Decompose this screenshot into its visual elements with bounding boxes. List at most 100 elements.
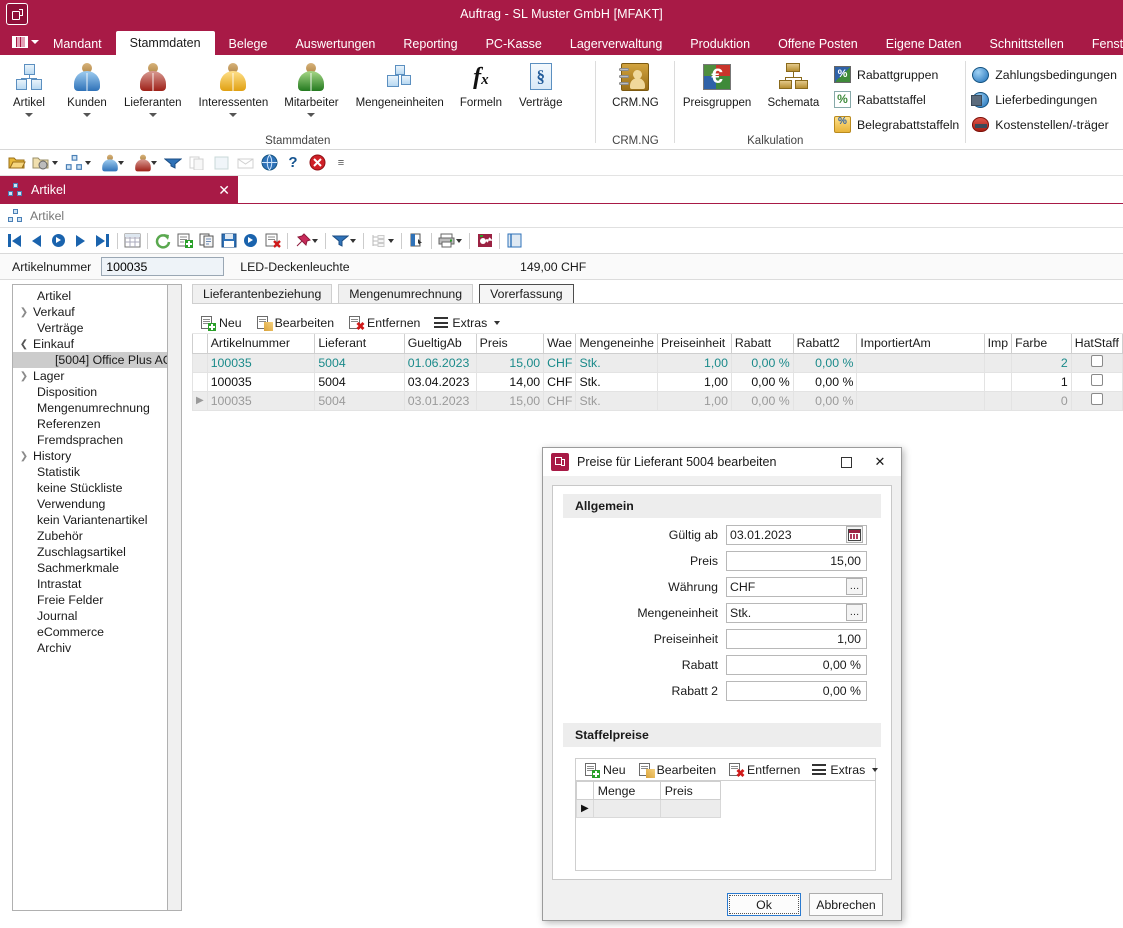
tree-item-fremdsprachen[interactable]: Fremdsprachen <box>13 432 167 448</box>
chevron-down-icon[interactable] <box>25 113 33 117</box>
close-icon[interactable]: ✕ <box>863 448 897 476</box>
ribbon-button-lieferanten[interactable]: Lieferanten <box>116 60 190 119</box>
preview-icon[interactable] <box>406 230 427 251</box>
ribbon-tab-belege[interactable]: Belege <box>215 32 282 55</box>
grid-header-hatstaffel[interactable]: HatStaff <box>1070 334 1123 354</box>
close-red-icon[interactable] <box>306 152 328 174</box>
tree-item-history[interactable]: ❯ History <box>13 448 167 464</box>
table-row[interactable]: 100035 5004 03.04.2023 14,00 CHF Stk. 1,… <box>192 371 1123 392</box>
tree-item-zubehoer[interactable]: Zubehör <box>13 528 167 544</box>
new-record-icon[interactable] <box>174 230 195 251</box>
book-icon[interactable] <box>504 230 525 251</box>
chevron-down-icon[interactable] <box>85 160 91 165</box>
grid-header-gueltigab[interactable]: GueltigAb <box>403 334 477 354</box>
chevron-down-icon[interactable] <box>872 767 879 772</box>
maximize-icon[interactable] <box>829 448 863 476</box>
ribbon-tab-fenster[interactable]: Fenster <box>1078 32 1123 55</box>
ribbon-tab-produktion[interactable]: Produktion <box>676 32 764 55</box>
price-grid[interactable]: Artikelnummer Lieferant GueltigAb Preis … <box>192 334 1123 411</box>
table-view-icon[interactable] <box>122 230 143 251</box>
application-menu-button[interactable] <box>6 28 39 55</box>
ribbon-button-artikel[interactable]: Artikel <box>0 60 58 119</box>
chevron-down-icon[interactable] <box>148 113 157 117</box>
waehrung-lookup-button[interactable]: … <box>846 578 863 595</box>
tree-item-freie-felder[interactable]: Freie Felder <box>13 592 167 608</box>
tree-item-einkauf[interactable]: ❮ Einkauf <box>13 336 167 352</box>
print-icon[interactable] <box>436 230 457 251</box>
export-icon[interactable] <box>474 230 495 251</box>
tree-item-ecommerce[interactable]: eCommerce <box>13 624 167 640</box>
chevron-down-icon[interactable] <box>494 320 501 325</box>
help-question-icon[interactable]: ? <box>282 152 304 174</box>
ribbon-tab-reporting[interactable]: Reporting <box>389 32 471 55</box>
ribbon-tab-auswertungen[interactable]: Auswertungen <box>281 32 389 55</box>
tree-item-archiv[interactable]: Archiv <box>13 640 167 656</box>
tab-mengenumrechnung[interactable]: Mengenumrechnung <box>338 284 474 304</box>
ribbon-button-formeln[interactable]: fx Formeln <box>452 60 510 111</box>
chevron-down-icon[interactable] <box>118 160 124 165</box>
ribbon-item-rabattstaffel[interactable]: % Rabattstaffel <box>828 87 965 112</box>
ribbon-item-rabattgruppen[interactable]: % Rabattgruppen <box>828 62 965 87</box>
person-blue-icon[interactable] <box>96 152 118 174</box>
rabatt-input[interactable]: 0,00 % <box>726 654 867 675</box>
rabatt2-input[interactable]: 0,00 % <box>726 680 867 701</box>
tree-item-kein-variantenartikel[interactable]: kein Variantenartikel <box>13 512 167 528</box>
grid-header-artikelnummer[interactable]: Artikelnummer <box>206 334 316 354</box>
ribbon-button-kunden[interactable]: Kunden <box>58 60 116 119</box>
tree-item-mengenumrechnung[interactable]: Mengenumrechnung <box>13 400 167 416</box>
tree-item-journal[interactable]: Journal <box>13 608 167 624</box>
cancel-button[interactable]: Abbrechen <box>809 893 883 916</box>
ribbon-tab-mandant[interactable]: Mandant <box>39 32 116 55</box>
refresh-icon[interactable] <box>152 230 173 251</box>
calendar-picker-button[interactable] <box>846 526 863 543</box>
chevron-down-icon[interactable]: ❮ <box>17 339 31 350</box>
tree-item-lager[interactable]: ❯ Lager <box>13 368 167 384</box>
mengeneinheit-lookup-button[interactable]: … <box>846 604 863 621</box>
chevron-right-icon[interactable]: ❯ <box>17 451 31 462</box>
navigation-tree[interactable]: Artikel ❯ Verkauf Verträge ❮ Einkauf [5004… <box>12 284 168 911</box>
ribbon-button-interessenten[interactable]: Interessenten <box>191 60 277 119</box>
tier-extras-button[interactable]: Extras <box>812 763 879 777</box>
tier-edit-button[interactable]: Bearbeiten <box>638 762 716 778</box>
ribbon-tab-eigene-daten[interactable]: Eigene Daten <box>872 32 976 55</box>
mengeneinheit-input[interactable]: Stk. … <box>726 602 867 623</box>
refresh-back-icon[interactable] <box>48 230 69 251</box>
ok-button[interactable]: Ok <box>727 893 801 916</box>
checkbox[interactable] <box>1090 393 1103 405</box>
chevron-right-icon[interactable]: ❯ <box>17 371 31 382</box>
tier-price-table[interactable]: Menge Preis ▶ <box>576 781 721 818</box>
tree-item-office-plus-ag[interactable]: [5004] Office Plus AG <box>13 352 167 368</box>
save-icon[interactable] <box>218 230 239 251</box>
person-red-icon[interactable] <box>129 152 151 174</box>
ribbon-tab-lagerverwaltung[interactable]: Lagerverwaltung <box>556 32 676 55</box>
filter-icon[interactable] <box>330 230 351 251</box>
tier-header-preis[interactable]: Preis <box>659 781 721 800</box>
tree-item-referenzen[interactable]: Referenzen <box>13 416 167 432</box>
ribbon-button-schemata[interactable]: Schemata <box>760 60 827 111</box>
grid-header-rabatt[interactable]: Rabatt <box>730 334 794 354</box>
grid-header-importiertam[interactable]: ImportiertAm <box>856 334 985 354</box>
ribbon-item-zahlungsbedingungen[interactable]: Zahlungsbedingungen <box>966 62 1123 87</box>
tier-remove-button[interactable]: ✖ Entfernen <box>728 762 800 779</box>
tree-item-disposition[interactable]: Disposition <box>13 384 167 400</box>
grid-edit-button[interactable]: Bearbeiten <box>256 315 334 331</box>
previous-record-icon[interactable] <box>26 230 47 251</box>
ribbon-button-mitarbeiter[interactable]: Mitarbeiter <box>276 60 346 119</box>
copy-record-icon[interactable] <box>196 230 217 251</box>
tree-item-zuschlagsartikel[interactable]: Zuschlagsartikel <box>13 544 167 560</box>
tier-new-button[interactable]: Neu <box>584 762 626 778</box>
table-row[interactable]: ▶ 100035 5004 03.01.2023 15,00 CHF Stk. … <box>192 390 1123 411</box>
gueltig-ab-input[interactable]: 03.01.2023 <box>726 524 867 545</box>
ribbon-button-crmng[interactable]: CRM.NG <box>604 60 667 111</box>
ribbon-tab-stammdaten[interactable]: Stammdaten <box>115 31 215 55</box>
pin-icon[interactable] <box>292 230 313 251</box>
blue-squares-icon[interactable] <box>63 152 85 174</box>
first-record-icon[interactable] <box>4 230 25 251</box>
settings-folder-icon[interactable] <box>30 152 52 174</box>
tree-item-verwendung[interactable]: Verwendung <box>13 496 167 512</box>
grid-header-lieferant[interactable]: Lieferant <box>314 334 405 354</box>
ribbon-tab-schnittstellen[interactable]: Schnittstellen <box>976 32 1078 55</box>
cell-hatstaffel[interactable] <box>1070 371 1123 392</box>
grid-header-importiert[interactable]: Imp <box>983 334 1013 354</box>
ribbon-button-preisgruppen[interactable]: € Preisgruppen <box>675 60 759 111</box>
